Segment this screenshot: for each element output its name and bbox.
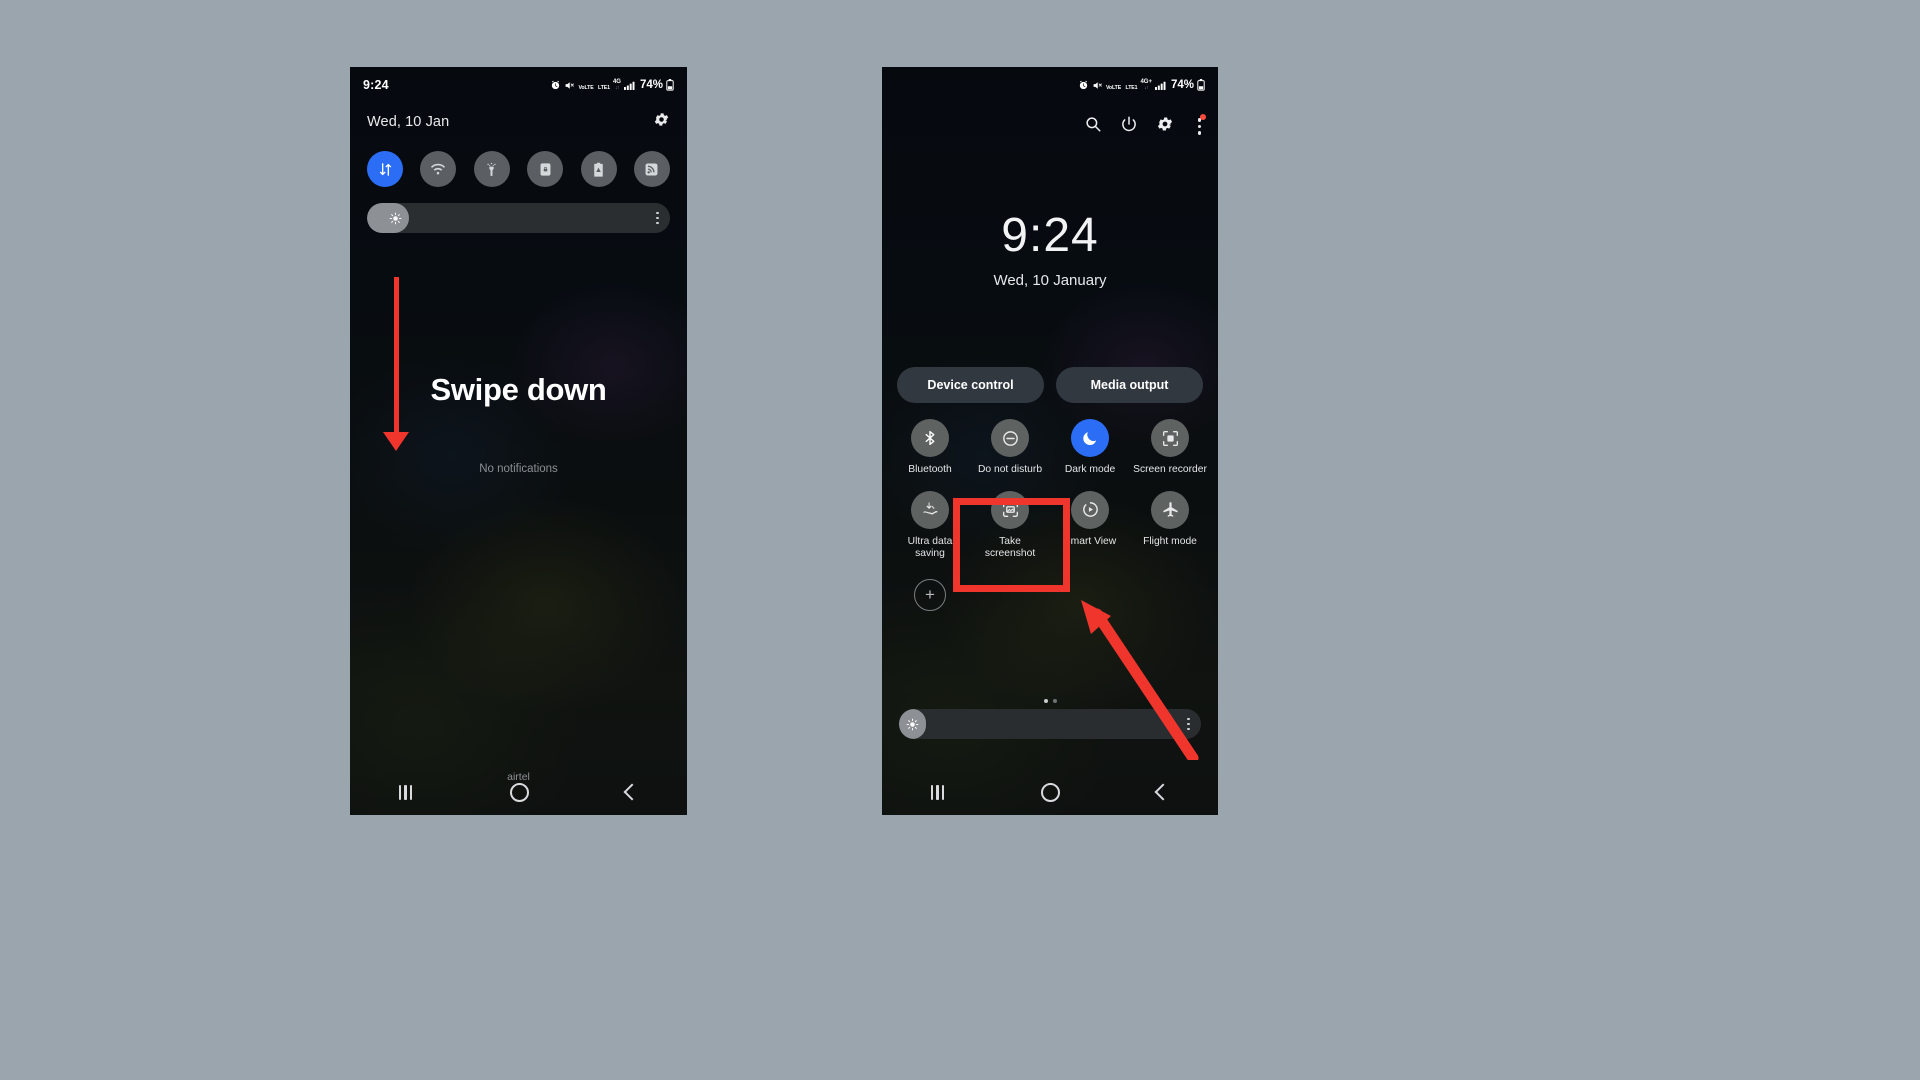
battery-icon (666, 79, 674, 91)
tile-dark-mode[interactable]: Dark mode (1050, 419, 1130, 477)
toggle-wifi[interactable] (420, 151, 457, 187)
mute-icon (1093, 81, 1102, 89)
network-4g-icon: 4G ↓↑ (612, 79, 621, 91)
toggle-rotation-lock[interactable] (527, 151, 564, 187)
tile-label: Screen recorder (1133, 464, 1207, 475)
mute-icon (566, 81, 575, 89)
flashlight-icon (487, 162, 496, 176)
toggle-mobile-hotspot[interactable] (633, 151, 670, 187)
volte-icon: VoLTE LTE1 (578, 85, 610, 91)
kebab-menu-icon[interactable] (1192, 114, 1207, 137)
plus-icon: + (914, 578, 946, 611)
notification-badge (1200, 114, 1206, 121)
page-dot[interactable] (1052, 699, 1057, 703)
battery-percent: 74% (1170, 79, 1194, 91)
ultra-data-saving-icon (923, 502, 937, 515)
brightness-slider[interactable] (367, 203, 670, 233)
page-dot-active[interactable] (1043, 699, 1048, 703)
lockscreen-clock: 9:24 (1001, 209, 1099, 262)
toggle-flashlight[interactable] (473, 151, 510, 187)
quick-toggle-row (350, 151, 687, 187)
sun-icon (906, 718, 919, 730)
lockscreen-date: Wed, 10 January (993, 272, 1107, 289)
network-4g-plus-icon: 4G+ ↓↑ (1140, 79, 1152, 91)
smart-view-icon (1082, 502, 1098, 517)
status-time: 9:24 (363, 78, 389, 92)
gear-icon[interactable] (653, 111, 670, 133)
tile-do-not-disturb[interactable]: Do not disturb (970, 419, 1050, 477)
airplane-icon (1162, 502, 1178, 517)
gear-icon[interactable] (1156, 115, 1174, 138)
left-shade-header: Wed, 10 Jan (350, 105, 687, 139)
right-status-bar: VoLTE LTE1 4G+ ↓↑ 74% (882, 67, 1218, 103)
hotspot-icon (646, 163, 658, 175)
tile-label: Flight mode (1143, 535, 1197, 547)
swipe-down-arrow-head (383, 432, 409, 451)
take-screenshot-highlight-box (953, 498, 1070, 592)
bluetooth-icon (925, 430, 935, 446)
search-icon[interactable] (1084, 115, 1102, 138)
battery-percent: 74% (639, 79, 663, 91)
tutorial-canvas: 9:24 VoLTE LTE1 4G ↓↑ 74% Wed, 10 Jan Sw… (0, 0, 1920, 1080)
data-arrows-icon (379, 162, 391, 176)
panel-pill-row: Device control Media output (897, 367, 1203, 403)
do-not-disturb-icon (1002, 430, 1018, 446)
alarm-icon (1079, 80, 1088, 89)
tile-label: Do not disturb (977, 464, 1043, 475)
left-status-bar: 9:24 VoLTE LTE1 4G ↓↑ 74% (350, 67, 687, 103)
tile-label: Bluetooth (908, 464, 952, 475)
shade-date: Wed, 10 Jan (367, 114, 450, 130)
tile-label: Dark mode (1064, 464, 1116, 475)
brightness-menu-kebab-icon[interactable] (656, 211, 670, 225)
tile-label: Smart View (1063, 535, 1117, 547)
sun-icon (390, 212, 402, 224)
device-control-button[interactable]: Device control (897, 367, 1044, 403)
battery-icon (1197, 79, 1205, 91)
moon-icon (1083, 432, 1097, 446)
signal-bars-icon (1154, 81, 1166, 90)
left-navigation-bar (350, 769, 687, 815)
tile-flight-mode[interactable]: Flight mode (1130, 490, 1210, 561)
right-navigation-bar (882, 769, 1218, 815)
toggle-mobile-data[interactable] (367, 151, 403, 187)
swipe-down-arrow-shaft (394, 277, 399, 442)
take-screenshot-pointer-arrow (1081, 600, 1199, 760)
toggle-power-saving[interactable] (580, 151, 617, 187)
back-button[interactable] (1154, 783, 1172, 801)
home-button[interactable] (1041, 782, 1061, 802)
home-button[interactable] (509, 782, 529, 802)
recents-button[interactable] (398, 784, 413, 800)
swipe-down-label: Swipe down (430, 372, 607, 407)
battery-saver-icon (594, 162, 603, 177)
signal-bars-icon (623, 81, 635, 90)
tile-screen-recorder[interactable]: Screen recorder (1130, 419, 1210, 477)
alarm-icon (552, 80, 560, 89)
screen-recorder-icon (1162, 430, 1178, 446)
wifi-icon (431, 163, 446, 175)
recents-button[interactable] (930, 784, 945, 800)
no-notifications-label: No notifications (479, 463, 558, 475)
volte-icon: VoLTE LTE1 (1105, 85, 1138, 91)
back-button[interactable] (623, 783, 641, 801)
power-icon[interactable] (1120, 115, 1138, 138)
media-output-button[interactable]: Media output (1056, 367, 1203, 403)
tile-bluetooth[interactable]: Bluetooth (890, 419, 970, 477)
quick-panel-header-icons (1084, 114, 1207, 138)
rotation-lock-icon (540, 162, 551, 176)
